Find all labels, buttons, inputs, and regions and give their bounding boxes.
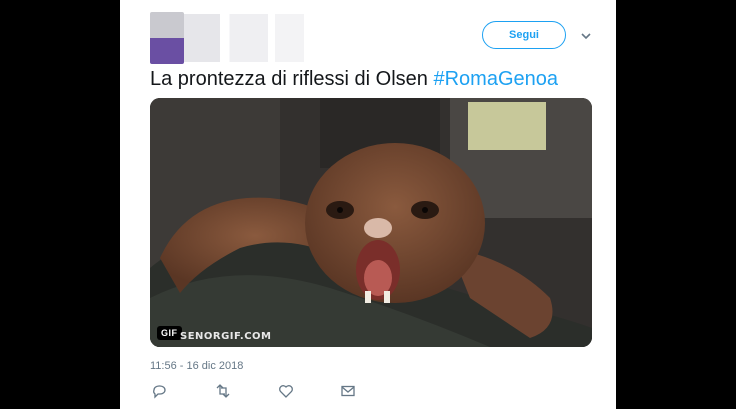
sloth-gif-image bbox=[150, 98, 592, 347]
chevron-down-icon[interactable] bbox=[579, 29, 593, 43]
envelope-icon[interactable] bbox=[339, 382, 357, 400]
follow-button[interactable]: Segui bbox=[482, 21, 566, 49]
avatar[interactable] bbox=[150, 12, 184, 64]
retweet-icon[interactable] bbox=[214, 382, 232, 400]
hashtag-link[interactable]: #RomaGenoa bbox=[433, 68, 558, 90]
blurred-user-name bbox=[184, 14, 304, 62]
reply-icon[interactable] bbox=[150, 382, 168, 400]
tweet-timestamp[interactable]: 11:56 - 16 dic 2018 bbox=[150, 360, 243, 372]
tweet-card: Segui La prontezza di riflessi di Olsen … bbox=[120, 0, 616, 409]
watermark: SENORGIF.COM bbox=[180, 331, 272, 342]
heart-icon[interactable] bbox=[277, 382, 295, 400]
gif-media[interactable]: GIF SENORGIF.COM bbox=[150, 98, 592, 347]
tweet-actions bbox=[150, 382, 410, 402]
gif-badge: GIF bbox=[157, 326, 182, 340]
tweet-text: La prontezza di riflessi di Olsen #RomaG… bbox=[150, 68, 558, 91]
tweet-body: La prontezza di riflessi di Olsen bbox=[150, 68, 434, 90]
